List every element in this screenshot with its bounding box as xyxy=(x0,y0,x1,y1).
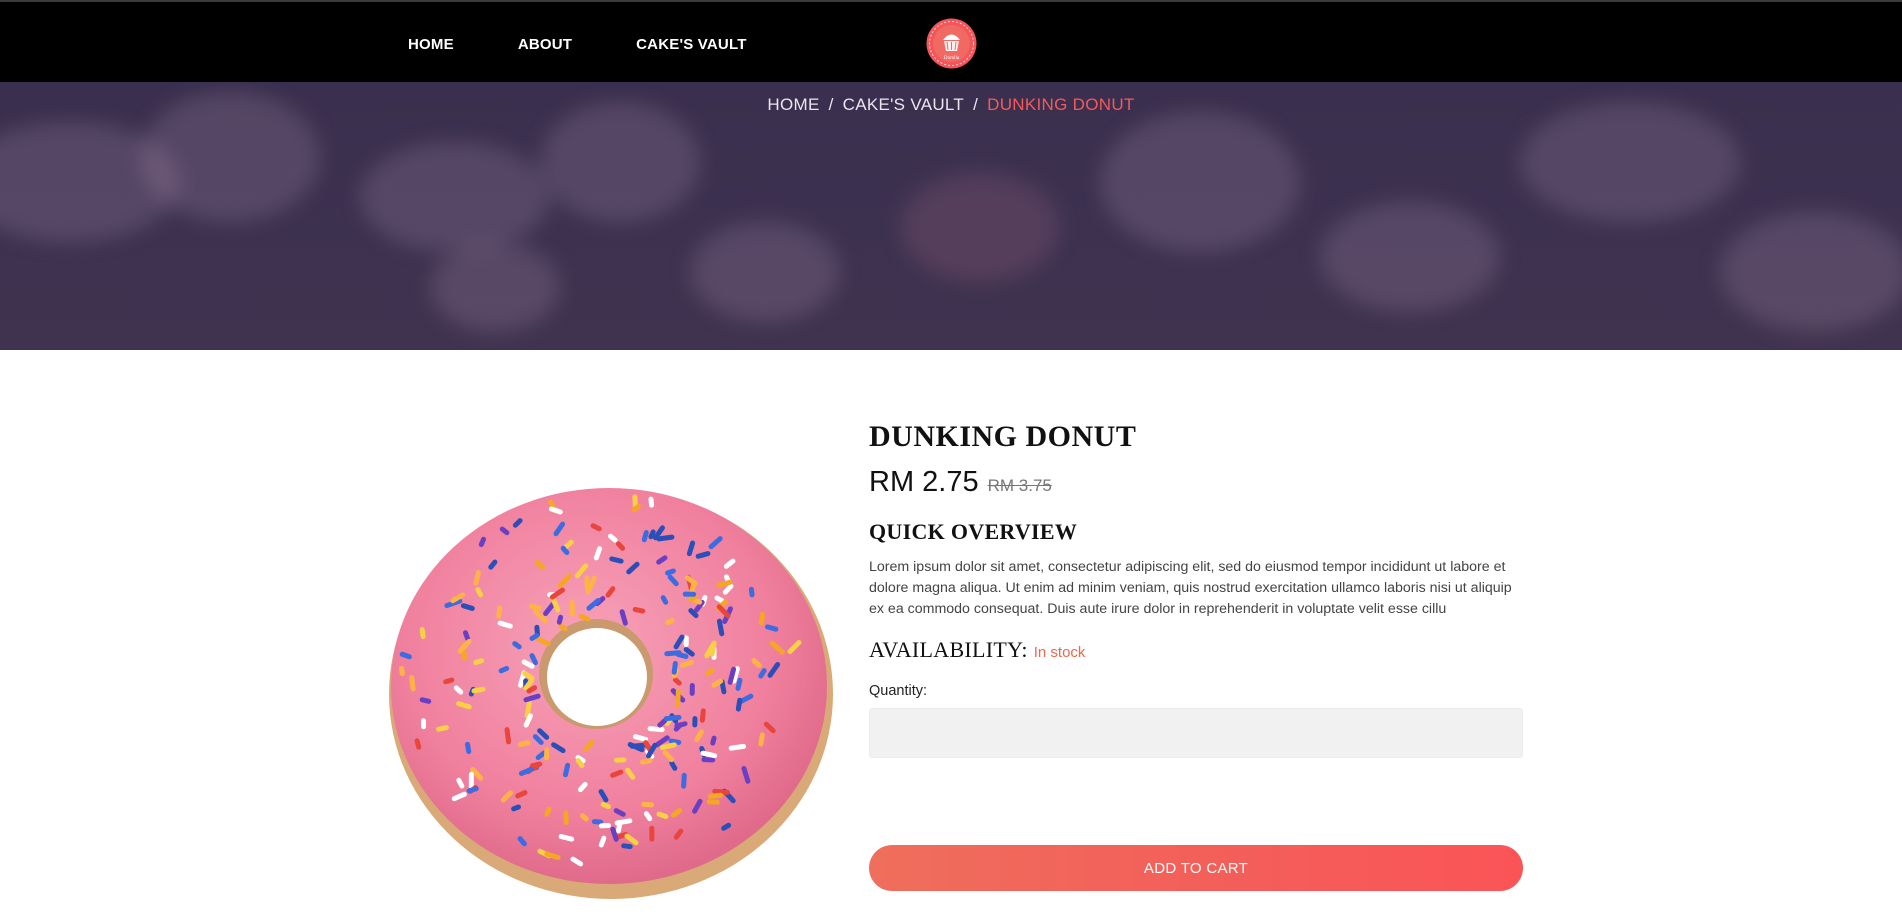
nav-link-home[interactable]: HOME xyxy=(408,36,454,53)
sprinkle xyxy=(681,772,687,789)
sprinkle xyxy=(641,801,654,808)
sprinkle xyxy=(649,825,655,842)
sprinkle xyxy=(675,688,681,708)
nav-links: HOME ABOUT CAKE'S VAULT xyxy=(408,36,811,53)
product-old-price: RM 3.75 xyxy=(987,476,1052,495)
sprinkle xyxy=(692,716,698,728)
add-to-cart-button[interactable]: ADD TO CART xyxy=(869,845,1523,891)
sprinkle xyxy=(598,823,611,829)
hero-banner: HOME / CAKE'S VAULT / DUNKING DONUT xyxy=(0,82,1902,350)
quick-overview-heading: QUICK OVERVIEW xyxy=(869,519,1078,544)
top-navbar: HOME ABOUT CAKE'S VAULT Dorolla xyxy=(0,0,1902,82)
nav-link-cakes-vault[interactable]: CAKE'S VAULT xyxy=(636,36,746,53)
breadcrumb-separator: / xyxy=(973,95,979,114)
breadcrumb-current: DUNKING DONUT xyxy=(987,95,1135,114)
availability-label: AVAILABILITY: xyxy=(869,637,1028,662)
price-row: RM 2.75 RM 3.75 xyxy=(869,466,1523,499)
sprinkle xyxy=(689,682,695,696)
breadcrumb: HOME / CAKE'S VAULT / DUNKING DONUT xyxy=(0,95,1902,115)
site-logo[interactable]: Dorolla xyxy=(926,18,977,69)
breadcrumb-separator: / xyxy=(828,95,834,114)
sprinkle xyxy=(706,799,720,805)
cupcake-badge-icon: Dorolla xyxy=(926,18,977,69)
sprinkle xyxy=(569,599,575,617)
quantity-label: Quantity: xyxy=(869,683,928,699)
breadcrumb-home[interactable]: HOME xyxy=(767,95,819,114)
breadcrumb-cakes-vault[interactable]: CAKE'S VAULT xyxy=(843,95,964,114)
product-title: DUNKING DONUT xyxy=(869,420,1137,453)
sprinkle xyxy=(420,718,427,730)
sprinkle xyxy=(682,591,697,597)
availability-row: AVAILABILITY: In stock xyxy=(869,637,1523,663)
quantity-field[interactable] xyxy=(869,708,1523,758)
sprinkle xyxy=(613,757,627,763)
product-price: RM 2.75 xyxy=(869,466,979,498)
sprinkle xyxy=(563,810,569,826)
product-description: Lorem ipsum dolor sit amet, consectetur … xyxy=(869,559,1512,617)
nav-link-about[interactable]: ABOUT xyxy=(518,36,572,53)
product-details: DUNKING DONUT RM 2.75 RM 3.75 QUICK OVER… xyxy=(869,420,1523,758)
svg-text:Dorolla: Dorolla xyxy=(944,56,960,61)
availability-status: In stock xyxy=(1033,644,1086,661)
product-image xyxy=(386,474,838,906)
donut-image xyxy=(389,488,833,899)
sprinkle xyxy=(543,747,550,761)
